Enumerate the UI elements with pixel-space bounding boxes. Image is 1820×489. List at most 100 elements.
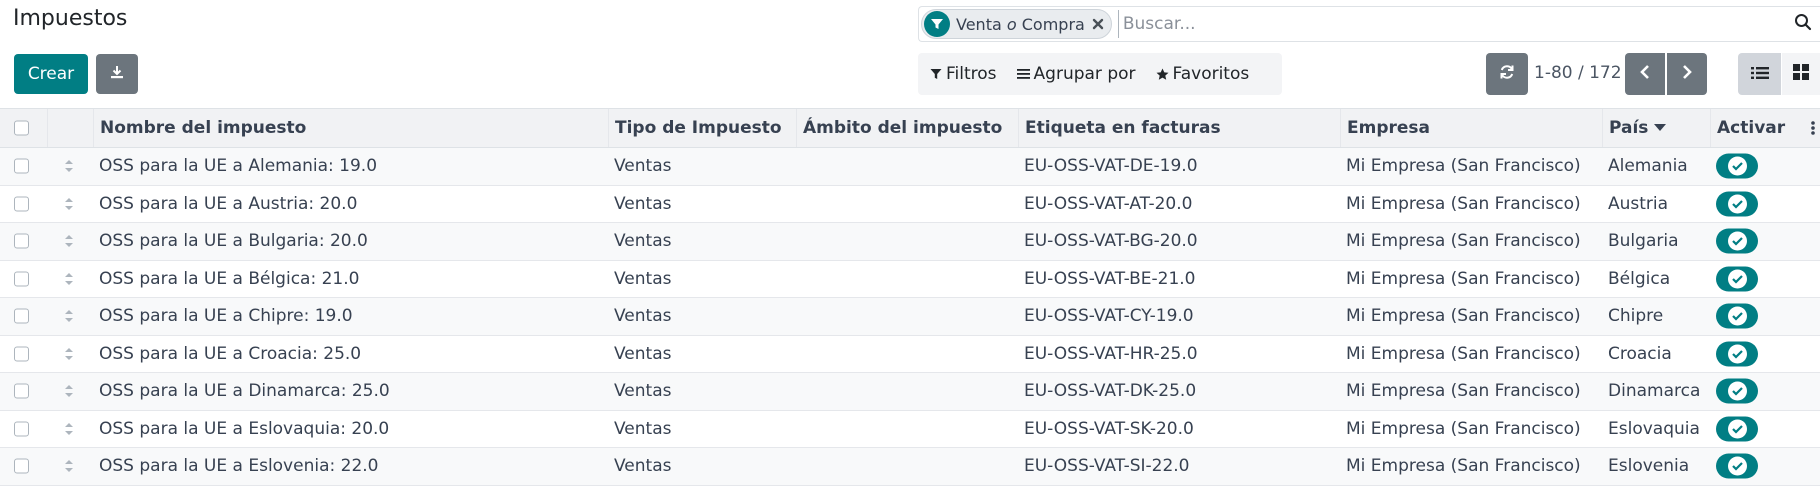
list-view-button[interactable]: [1738, 53, 1781, 95]
invoice-label: EU-OSS-VAT-DE-19.0: [1024, 156, 1198, 177]
caret-down-icon: [1654, 124, 1667, 131]
column-header-label[interactable]: Etiqueta en facturas: [1018, 109, 1340, 147]
search-options: Filtros Agrupar por Favoritos: [918, 53, 1282, 95]
download-button[interactable]: [96, 54, 138, 94]
table-row[interactable]: OSS para la UE a Eslovenia: 22.0 Ventas …: [0, 448, 1820, 486]
search-input[interactable]: [1117, 10, 1758, 38]
previous-page-button[interactable]: [1625, 53, 1665, 95]
filters-dropdown[interactable]: Filtros: [918, 53, 1005, 95]
tax-type: Ventas: [614, 381, 672, 402]
more-vertical-icon[interactable]: [1811, 121, 1815, 135]
country: Eslovaquia: [1608, 418, 1700, 439]
check-icon: [1727, 231, 1747, 251]
search-bar: Venta o Compra: [918, 6, 1820, 42]
table-row[interactable]: OSS para la UE a Bulgaria: 20.0 Ventas E…: [0, 223, 1820, 261]
row-checkbox[interactable]: [14, 196, 29, 212]
tax-scope: [796, 298, 802, 335]
country: Eslovenia: [1608, 456, 1690, 477]
drag-handle-icon[interactable]: [62, 308, 76, 324]
company: Mi Empresa (San Francisco): [1346, 193, 1581, 214]
drag-handle-icon[interactable]: [62, 196, 76, 212]
check-icon: [1727, 269, 1747, 289]
drag-handle-icon[interactable]: [62, 271, 76, 287]
drag-handle-icon[interactable]: [62, 383, 76, 399]
table-row[interactable]: OSS para la UE a Dinamarca: 25.0 Ventas …: [0, 373, 1820, 411]
tax-name: OSS para la UE a Bulgaria: 20.0: [99, 231, 368, 252]
tax-type: Ventas: [614, 306, 672, 327]
drag-handle-icon[interactable]: [62, 458, 76, 474]
table-row[interactable]: OSS para la UE a Bélgica: 21.0 Ventas EU…: [0, 261, 1820, 298]
row-checkbox[interactable]: [14, 421, 29, 437]
column-header-scope[interactable]: Ámbito del impuesto: [796, 109, 1018, 147]
column-header-active[interactable]: Activar: [1710, 109, 1820, 147]
invoice-label: EU-OSS-VAT-BE-21.0: [1024, 268, 1196, 289]
active-toggle[interactable]: [1716, 153, 1758, 179]
tax-type: Ventas: [614, 268, 672, 289]
table-row[interactable]: OSS para la UE a Chipre: 19.0 Ventas EU-…: [0, 298, 1820, 336]
bars-icon: [1016, 69, 1030, 79]
active-toggle[interactable]: [1716, 341, 1758, 367]
row-checkbox[interactable]: [14, 233, 29, 249]
column-header-company[interactable]: Empresa: [1340, 109, 1602, 147]
groupby-dropdown[interactable]: Agrupar por: [1005, 53, 1144, 95]
tax-name: OSS para la UE a Eslovaquia: 20.0: [99, 418, 390, 439]
pager-value[interactable]: 1-80 / 172: [1534, 63, 1622, 83]
create-button[interactable]: Crear: [14, 54, 88, 94]
groupby-label: Agrupar por: [1033, 64, 1136, 84]
column-header-country[interactable]: País: [1602, 109, 1710, 147]
tax-scope: [796, 448, 802, 485]
row-checkbox[interactable]: [14, 458, 29, 474]
country: Croacia: [1608, 343, 1672, 364]
tax-name: OSS para la UE a Eslovenia: 22.0: [99, 456, 379, 477]
table-row[interactable]: OSS para la UE a Eslovaquia: 20.0 Ventas…: [0, 411, 1820, 448]
table-row[interactable]: OSS para la UE a Croacia: 25.0 Ventas EU…: [0, 336, 1820, 373]
refresh-button[interactable]: [1486, 53, 1528, 95]
company: Mi Empresa (San Francisco): [1346, 268, 1581, 289]
row-checkbox[interactable]: [14, 383, 29, 399]
check-icon: [1727, 456, 1747, 476]
favorites-dropdown[interactable]: Favoritos: [1144, 53, 1258, 95]
select-all-checkbox[interactable]: [14, 120, 29, 136]
active-toggle[interactable]: [1716, 303, 1758, 329]
drag-handle-icon[interactable]: [62, 346, 76, 362]
column-header-name[interactable]: Nombre del impuesto: [93, 109, 608, 147]
row-checkbox[interactable]: [14, 158, 29, 174]
company: Mi Empresa (San Francisco): [1346, 381, 1581, 402]
column-header-type[interactable]: Tipo de Impuesto: [608, 109, 796, 147]
row-checkbox[interactable]: [14, 308, 29, 324]
next-page-button[interactable]: [1667, 53, 1707, 95]
tax-name: OSS para la UE a Chipre: 19.0: [99, 306, 353, 327]
close-icon[interactable]: [1091, 17, 1105, 31]
drag-handle-icon[interactable]: [62, 233, 76, 249]
table-body: OSS para la UE a Alemania: 19.0 Ventas E…: [0, 148, 1820, 486]
active-toggle[interactable]: [1716, 266, 1758, 292]
table-row[interactable]: OSS para la UE a Alemania: 19.0 Ventas E…: [0, 148, 1820, 186]
active-toggle[interactable]: [1716, 453, 1758, 479]
handle-column-header: [47, 109, 93, 147]
list-icon: [1750, 65, 1769, 84]
company: Mi Empresa (San Francisco): [1346, 306, 1581, 327]
drag-handle-icon[interactable]: [62, 158, 76, 174]
company: Mi Empresa (San Francisco): [1346, 343, 1581, 364]
search-facet[interactable]: Venta o Compra: [921, 9, 1112, 39]
kanban-view-button[interactable]: [1782, 53, 1820, 95]
search-icon[interactable]: [1794, 13, 1812, 35]
download-icon: [109, 64, 125, 84]
tax-type: Ventas: [614, 456, 672, 477]
company: Mi Empresa (San Francisco): [1346, 456, 1581, 477]
active-toggle[interactable]: [1716, 416, 1758, 442]
tax-scope: [796, 223, 802, 260]
column-header-active-label: Activar: [1717, 118, 1786, 138]
invoice-label: EU-OSS-VAT-DK-25.0: [1024, 381, 1197, 402]
active-toggle[interactable]: [1716, 228, 1758, 254]
row-checkbox[interactable]: [14, 346, 29, 362]
tax-name: OSS para la UE a Croacia: 25.0: [99, 343, 362, 364]
row-checkbox[interactable]: [14, 271, 29, 287]
invoice-label: EU-OSS-VAT-BG-20.0: [1024, 231, 1198, 252]
active-toggle[interactable]: [1716, 191, 1758, 217]
tax-name: OSS para la UE a Austria: 20.0: [99, 193, 358, 214]
company: Mi Empresa (San Francisco): [1346, 418, 1581, 439]
table-row[interactable]: OSS para la UE a Austria: 20.0 Ventas EU…: [0, 186, 1820, 223]
active-toggle[interactable]: [1716, 378, 1758, 404]
drag-handle-icon[interactable]: [62, 421, 76, 437]
